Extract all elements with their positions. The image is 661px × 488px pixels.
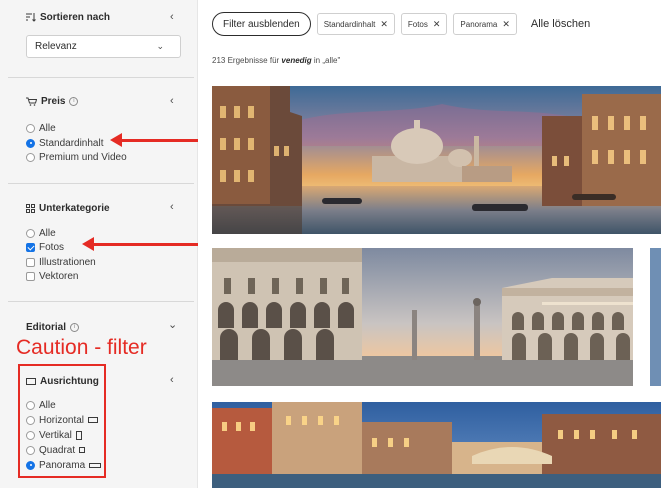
photo-grand-canal	[212, 86, 661, 234]
filter-chip-panorama[interactable]: Panorama ✕	[453, 13, 517, 35]
price-option-premium[interactable]: Premium und Video	[26, 151, 127, 163]
subcategory-option-fotos[interactable]: Fotos	[26, 241, 64, 253]
result-image-grand-canal-sunset[interactable]	[212, 86, 661, 234]
chevron-down-icon[interactable]: ⌄	[168, 318, 177, 331]
close-icon[interactable]: ✕	[380, 19, 388, 30]
radio-icon	[26, 123, 35, 133]
option-label: Premium und Video	[39, 151, 127, 163]
hide-filters-button[interactable]: Filter ausblenden	[212, 12, 311, 36]
info-icon[interactable]: i	[69, 97, 79, 106]
option-label: Fotos	[39, 241, 65, 253]
chip-label: Panorama	[460, 19, 498, 29]
close-icon[interactable]: ✕	[433, 19, 441, 30]
subcategory-option-vektoren[interactable]: Vektoren	[26, 270, 78, 282]
sort-header[interactable]: Sortieren nach	[26, 12, 110, 23]
results-scope: in „alle"	[313, 56, 341, 65]
sort-icon	[26, 13, 36, 22]
checkbox-icon	[26, 257, 35, 267]
cart-icon	[26, 97, 37, 106]
annotation-caution-text: Caution - filter	[16, 336, 147, 359]
photo-piazzetta	[212, 248, 633, 386]
editorial-label: Editorial	[26, 322, 67, 333]
checkbox-icon	[26, 271, 35, 281]
info-icon[interactable]: i	[70, 323, 80, 332]
editorial-header[interactable]: Editorial i	[26, 322, 80, 333]
option-label: Vektoren	[39, 270, 79, 282]
subcategory-header[interactable]: Unterkategorie	[26, 203, 110, 214]
divider	[8, 301, 194, 302]
subcategory-option-alle[interactable]: Alle	[26, 227, 56, 239]
filter-chip-standardinhalt[interactable]: Standardinhalt ✕	[316, 13, 395, 35]
result-image-partial[interactable]	[650, 248, 661, 386]
annotation-arrow	[82, 237, 198, 251]
radio-selected-icon	[26, 138, 35, 148]
price-label: Preis	[41, 96, 66, 107]
chevron-left-icon[interactable]: ‹	[170, 201, 174, 213]
sort-selected-value: Relevanz	[35, 41, 77, 52]
sort-label: Sortieren nach	[40, 12, 111, 23]
annotation-highlight-box	[18, 364, 106, 478]
radio-icon	[26, 152, 35, 162]
annotation-arrow	[110, 133, 198, 147]
grid-icon	[26, 204, 35, 213]
option-label: Illustrationen	[39, 256, 96, 268]
results-count: 213	[212, 56, 226, 65]
price-header[interactable]: Preis i	[26, 96, 79, 107]
chip-label: Standardinhalt	[323, 19, 376, 29]
radio-icon	[26, 228, 35, 238]
chevron-left-icon[interactable]: ‹	[170, 11, 174, 23]
close-icon[interactable]: ✕	[502, 19, 510, 30]
divider	[8, 183, 194, 184]
result-image-rialto-canal[interactable]	[212, 402, 661, 488]
sort-select[interactable]: Relevanz ⌄	[26, 35, 181, 58]
checkbox-checked-icon	[26, 242, 35, 252]
chip-label: Fotos	[407, 19, 428, 29]
result-image-piazzetta-san-marco[interactable]	[212, 248, 633, 386]
results-query: venedig	[281, 56, 312, 65]
subcategory-option-illustrationen[interactable]: Illustrationen	[26, 256, 96, 268]
divider	[8, 77, 194, 78]
price-option-standardinhalt[interactable]: Standardinhalt	[26, 137, 104, 149]
chevron-left-icon[interactable]: ‹	[170, 374, 174, 386]
chevron-down-icon: ⌄	[156, 41, 164, 51]
option-label: Alle	[39, 227, 56, 239]
subcategory-label: Unterkategorie	[39, 203, 110, 214]
photo-rialto	[212, 402, 661, 488]
filter-chip-fotos[interactable]: Fotos ✕	[400, 13, 448, 35]
filter-toolbar: Filter ausblenden Standardinhalt ✕ Fotos ✕…	[212, 12, 590, 36]
option-label: Standardinhalt	[39, 137, 104, 149]
option-label: Alle	[39, 122, 56, 134]
results-prefix: Ergebnisse für	[227, 56, 280, 65]
chevron-left-icon[interactable]: ‹	[170, 95, 174, 107]
price-option-alle[interactable]: Alle	[26, 122, 56, 134]
clear-all-link[interactable]: Alle löschen	[531, 18, 590, 30]
results-summary: 213 Ergebnisse für venedig in „alle"	[212, 56, 340, 65]
